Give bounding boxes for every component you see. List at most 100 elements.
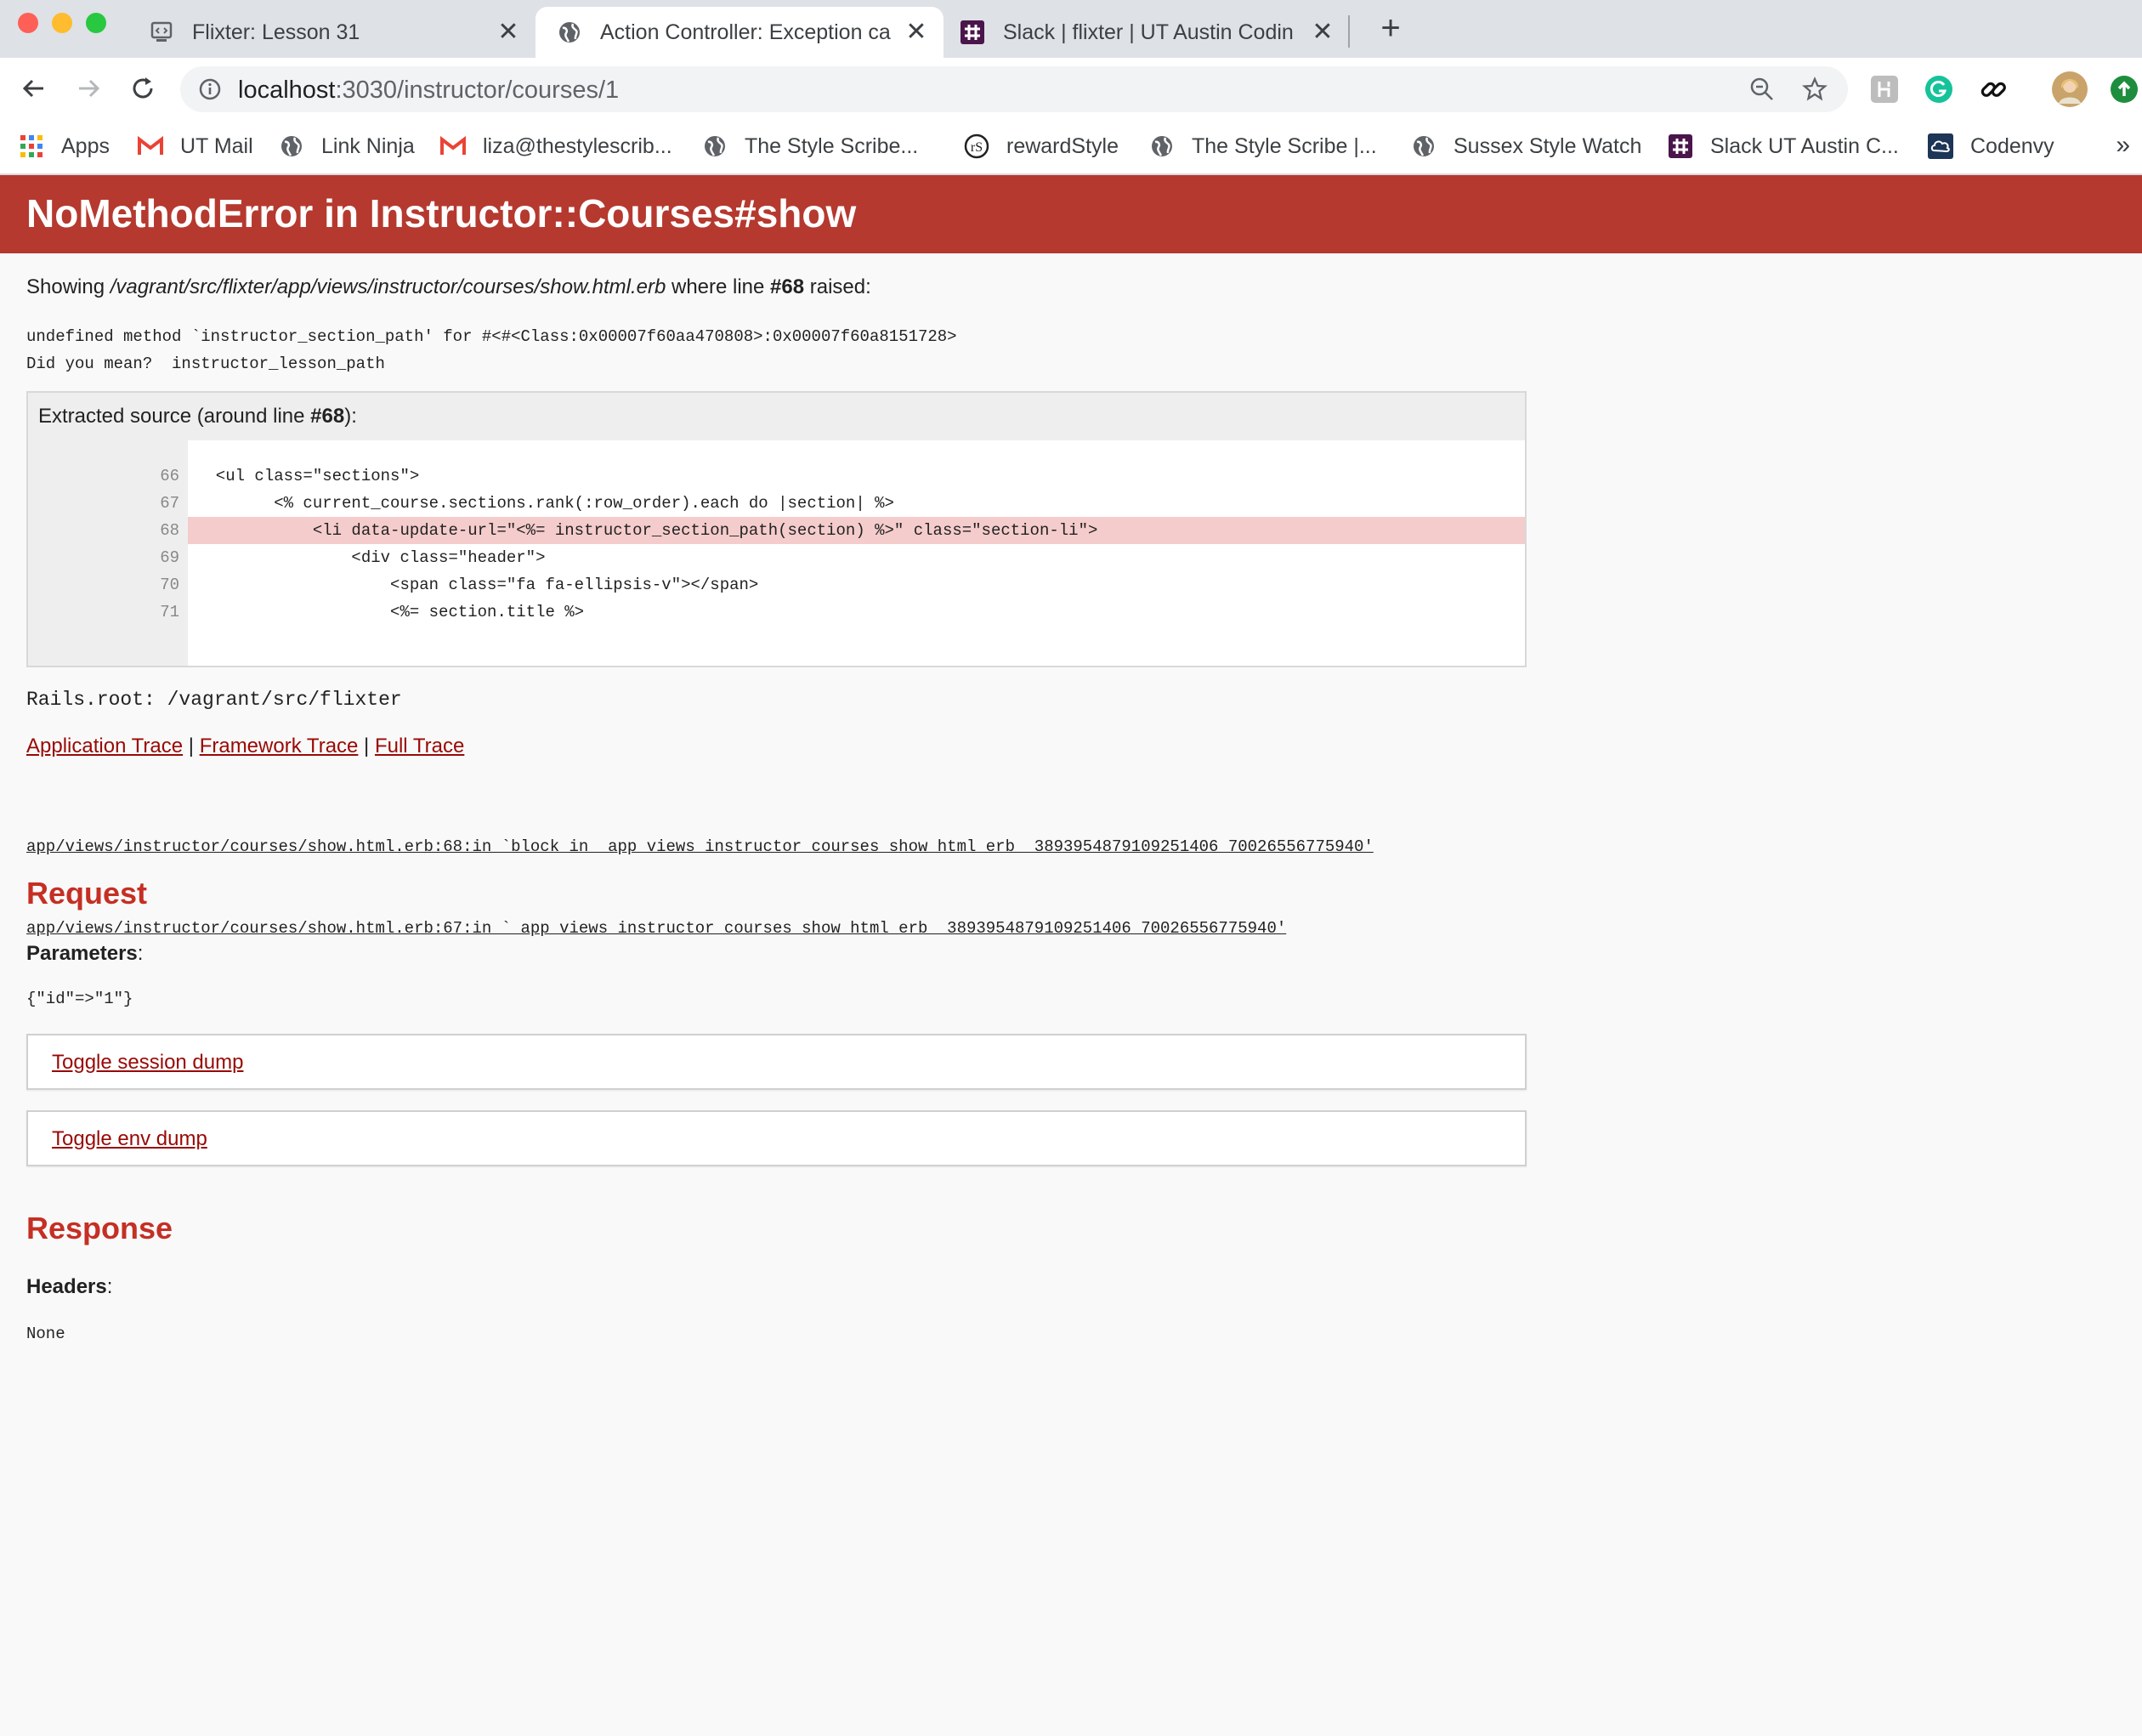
rails-root: Rails.root: /vagrant/src/flixter bbox=[26, 689, 402, 711]
source-header-prefix: Extracted source (around line bbox=[38, 405, 311, 428]
parameters-label-text: Parameters bbox=[26, 942, 138, 965]
url-text: localhost:3030/instructor/courses/1 bbox=[238, 77, 619, 105]
toggle-env-dump-link[interactable]: Toggle env dump bbox=[52, 1127, 207, 1151]
globe-icon bbox=[279, 133, 304, 159]
rewardstyle-icon: rS bbox=[964, 133, 989, 159]
toggle-session-dump-link[interactable]: Toggle session dump bbox=[52, 1051, 243, 1075]
new-tab-button[interactable]: + bbox=[1374, 11, 1408, 46]
code-line: 69 <div class="header"> bbox=[28, 544, 1525, 571]
bookmark-apps[interactable]: Apps bbox=[19, 131, 110, 162]
bookmark-style-scribe-1[interactable]: The Style Scribe... bbox=[702, 131, 918, 162]
reload-button[interactable] bbox=[128, 73, 158, 104]
bookmark-codenvy[interactable]: Codenvy bbox=[1928, 131, 2054, 162]
bookmark-liza-mail[interactable]: liza@thestylescrib... bbox=[440, 131, 672, 162]
trace-entry[interactable]: app/views/instructor/courses/show.html.e… bbox=[26, 915, 1374, 942]
bookmark-ut-mail[interactable]: UT Mail bbox=[138, 131, 253, 162]
session-dump-box: Toggle session dump bbox=[26, 1034, 1527, 1090]
line-number: 66 bbox=[160, 467, 179, 485]
link-icon[interactable] bbox=[1979, 75, 2008, 104]
full-trace-link[interactable]: Full Trace bbox=[375, 735, 464, 757]
code-line: 71 <%= section.title %> bbox=[28, 599, 1525, 626]
trace-links: Application Trace | Framework Trace | Fu… bbox=[26, 735, 464, 758]
slack-icon bbox=[960, 20, 984, 44]
browser-toolbar: localhost:3030/instructor/courses/1 bbox=[0, 58, 2142, 119]
showing-line: Showing /vagrant/src/flixter/app/views/i… bbox=[26, 275, 871, 299]
bookmark-style-scribe-2[interactable]: The Style Scribe |... bbox=[1149, 131, 1377, 162]
code-text: <% current_course.sections.rank(:row_ord… bbox=[196, 494, 894, 513]
close-tab-icon[interactable]: ✕ bbox=[904, 20, 928, 45]
headers-label: Headers: bbox=[26, 1275, 112, 1299]
source-header: Extracted source (around line #68): bbox=[28, 393, 1525, 440]
template-path: /vagrant/src/flixter/app/views/instructo… bbox=[110, 275, 666, 298]
address-bar[interactable]: localhost:3030/instructor/courses/1 bbox=[180, 66, 1848, 112]
trace-separator: | bbox=[183, 735, 200, 757]
code-text: <span class="fa fa-ellipsis-v"></span> bbox=[196, 576, 759, 594]
apps-grid-icon bbox=[19, 133, 44, 159]
trace-separator: | bbox=[358, 735, 375, 757]
bookmark-link-ninja[interactable]: Link Ninja bbox=[279, 131, 415, 162]
application-trace-link[interactable]: Application Trace bbox=[26, 735, 183, 757]
headers-label-text: Headers bbox=[26, 1275, 107, 1298]
code-lines: 66 <ul class="sections"> 67 <% current_c… bbox=[28, 462, 1525, 626]
headers-value: None bbox=[26, 1325, 65, 1343]
framework-trace-link[interactable]: Framework Trace bbox=[200, 735, 359, 757]
bookmark-label: rewardStyle bbox=[1006, 133, 1119, 158]
code-text: <ul class="sections"> bbox=[196, 467, 420, 485]
back-button[interactable] bbox=[19, 73, 49, 104]
bookmark-rewardstyle[interactable]: rS rewardStyle bbox=[964, 131, 1119, 162]
globe-icon bbox=[1149, 133, 1175, 159]
source-header-line: #68 bbox=[310, 405, 345, 428]
bookmark-label: UT Mail bbox=[180, 133, 253, 158]
bookmark-label: liza@thestylescrib... bbox=[483, 133, 672, 158]
trace-list: app/views/instructor/courses/show.html.e… bbox=[26, 779, 1374, 996]
bookmark-star-icon[interactable] bbox=[1802, 77, 1828, 102]
bookmark-sussex-style[interactable]: Sussex Style Watch bbox=[1411, 131, 1641, 162]
parameters-value: {"id"=>"1"} bbox=[26, 990, 133, 1008]
line-number: 70 bbox=[160, 576, 179, 594]
close-tab-icon[interactable]: ✕ bbox=[1311, 20, 1334, 45]
bookmarks-bar: Apps UT Mail Link Ninja liza@thestylescr… bbox=[0, 119, 2142, 175]
globe-icon bbox=[702, 133, 728, 159]
bookmark-label: The Style Scribe... bbox=[745, 133, 919, 158]
codenvy-icon bbox=[1928, 133, 1953, 159]
code-line-highlighted: 68 <li data-update-url="<%= instructor_s… bbox=[28, 517, 1525, 544]
source-header-suffix: ): bbox=[344, 405, 357, 428]
grammarly-icon[interactable] bbox=[1924, 75, 1953, 104]
tab-title: Flixter: Lesson 31 bbox=[192, 20, 360, 44]
bookmark-label: Link Ninja bbox=[321, 133, 415, 158]
line-number: 68 bbox=[160, 521, 179, 540]
error-message: undefined method `instructor_section_pat… bbox=[26, 327, 957, 373]
close-tab-icon[interactable]: ✕ bbox=[496, 20, 520, 45]
zoom-icon[interactable] bbox=[1749, 77, 1775, 102]
code-line: 70 <span class="fa fa-ellipsis-v"></span… bbox=[28, 571, 1525, 599]
page-title: NoMethodError in Instructor::Courses#sho… bbox=[26, 191, 857, 235]
tab-slack[interactable]: Slack | flixter | UT Austin Codin ✕ bbox=[960, 7, 1348, 58]
forward-button[interactable] bbox=[73, 73, 104, 104]
zoom-window-button[interactable] bbox=[86, 13, 106, 33]
parameters-label: Parameters: bbox=[26, 942, 143, 966]
globe-icon bbox=[558, 20, 581, 44]
code-text: <%= section.title %> bbox=[196, 603, 585, 621]
close-window-button[interactable] bbox=[18, 13, 38, 33]
bookmark-label: Slack UT Austin C... bbox=[1710, 133, 1899, 158]
svg-text:rS: rS bbox=[971, 140, 983, 155]
update-arrow-icon[interactable] bbox=[2110, 75, 2139, 104]
extension-h-icon[interactable] bbox=[1870, 75, 1899, 104]
code-text: <div class="header"> bbox=[196, 548, 546, 567]
profile-avatar[interactable] bbox=[2052, 71, 2088, 107]
bookmark-label: The Style Scribe |... bbox=[1192, 133, 1377, 158]
info-icon[interactable] bbox=[199, 78, 221, 100]
bookmark-slack-ut[interactable]: Slack UT Austin C... bbox=[1668, 131, 1899, 162]
more-bookmarks-button[interactable]: » bbox=[2116, 131, 2130, 160]
raised-text: raised: bbox=[804, 275, 871, 298]
request-heading: Request bbox=[26, 876, 148, 911]
tab-action-controller[interactable]: Action Controller: Exception ca ✕ bbox=[536, 7, 944, 58]
where-text: where line bbox=[666, 275, 771, 298]
tab-flixter-lesson[interactable]: Flixter: Lesson 31 ✕ bbox=[150, 7, 537, 58]
extracted-source: Extracted source (around line #68): 66 <… bbox=[26, 391, 1527, 667]
slack-icon bbox=[1668, 133, 1693, 159]
response-heading: Response bbox=[26, 1211, 173, 1245]
trace-entry[interactable]: app/views/instructor/courses/show.html.e… bbox=[26, 833, 1374, 860]
minimize-window-button[interactable] bbox=[52, 13, 72, 33]
gmail-icon bbox=[440, 133, 466, 159]
